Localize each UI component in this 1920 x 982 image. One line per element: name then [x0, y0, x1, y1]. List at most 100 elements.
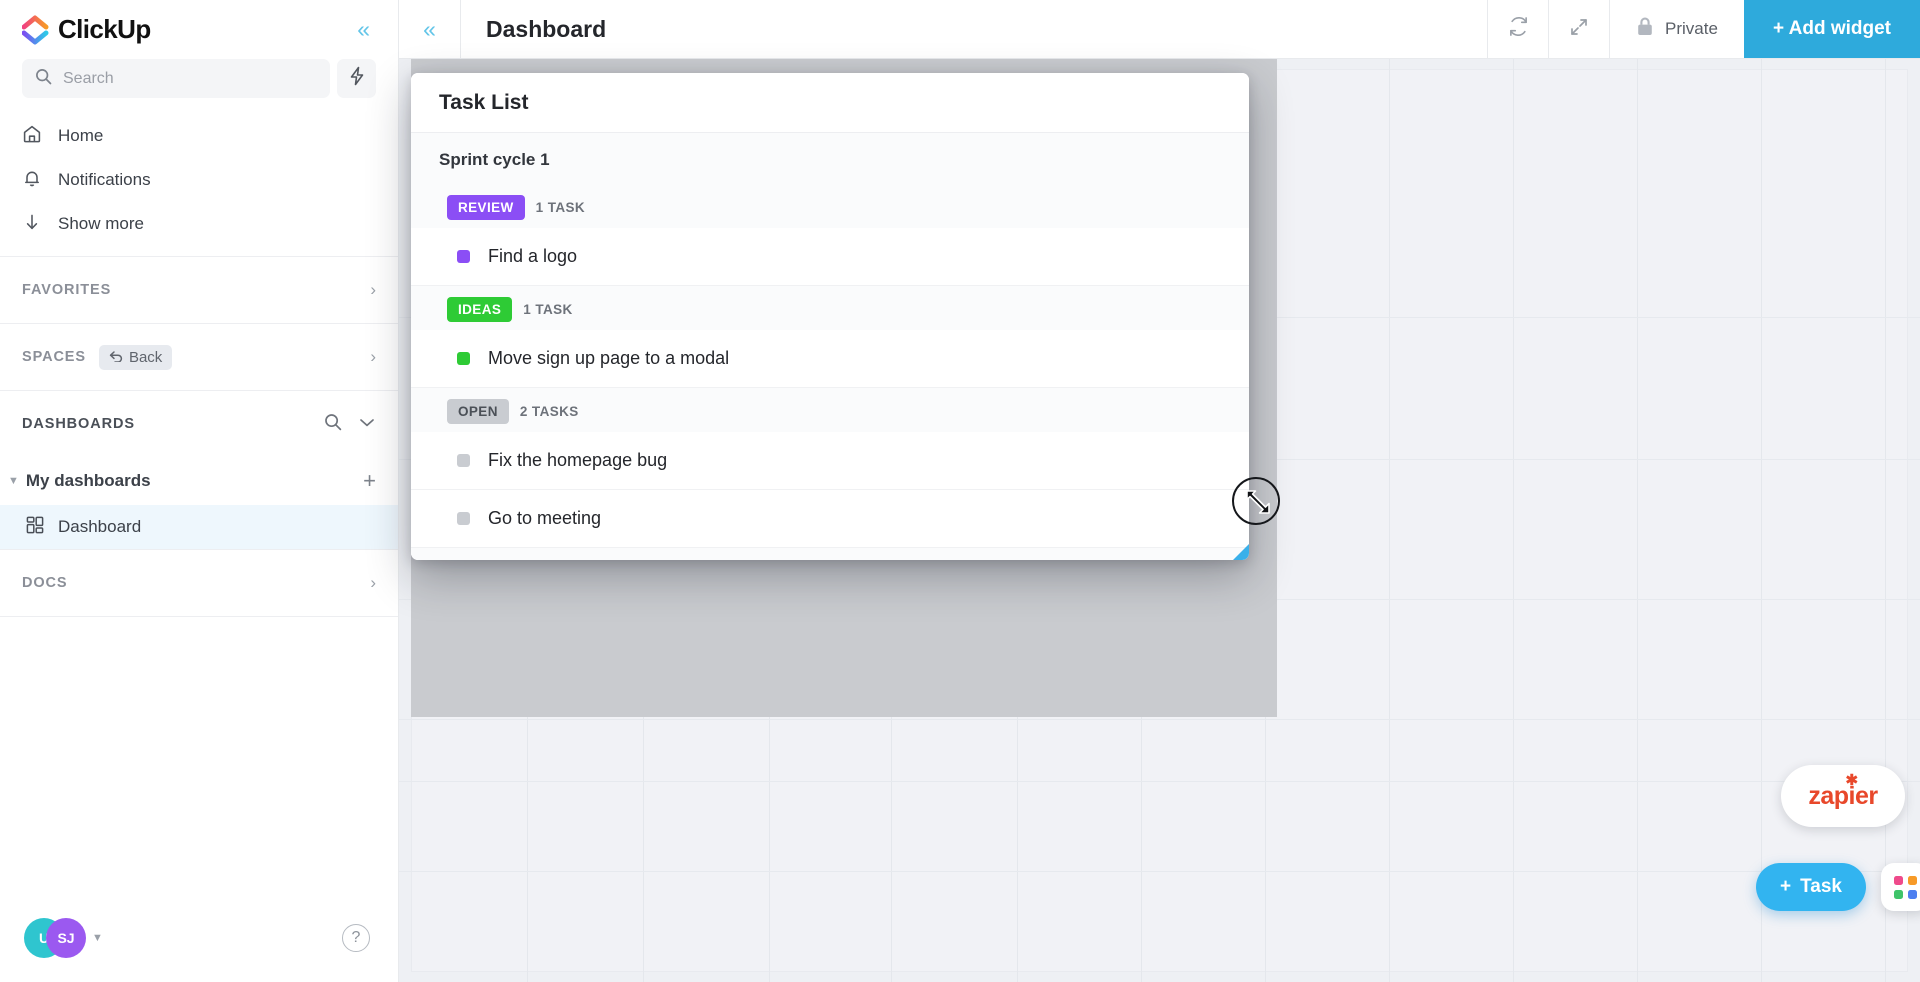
table-row[interactable]: Go to meeting + Wed	[411, 490, 1249, 548]
sidebar-section-dashboards-label: DASHBOARDS	[22, 416, 135, 432]
sidebar-header: ClickUp «	[0, 0, 398, 55]
refresh-icon	[1508, 16, 1529, 42]
apps-grid-button[interactable]	[1881, 863, 1920, 911]
sidebar-item-notifications[interactable]: Notifications	[0, 158, 398, 202]
task-list-widget-modal[interactable]: Task List Sprint cycle 1 REVIEW 1 TASK A…	[411, 73, 1249, 560]
sidebar-item-show-more[interactable]: Show more	[0, 202, 398, 246]
apps-grid-icon	[1893, 875, 1917, 899]
status-group-count: 2 TASKS	[519, 403, 579, 419]
zapier-badge[interactable]: zapier ✱	[1781, 765, 1905, 827]
sidebar-section-dashboards[interactable]: DASHBOARDS	[0, 391, 398, 457]
sidebar-item-show-more-label: Show more	[58, 214, 144, 233]
dashboards-chevron-down-icon[interactable]	[358, 415, 376, 433]
modal-body: Sprint cycle 1 REVIEW 1 TASK ASSIGNEE DU…	[411, 133, 1249, 560]
clickup-logo-icon	[21, 15, 49, 45]
add-dashboard-button[interactable]: +	[363, 470, 376, 492]
sidebar-item-dashboard-label: Dashboard	[58, 517, 142, 536]
status-badge[interactable]: IDEAS	[447, 296, 513, 322]
privacy-label: Private	[1665, 19, 1718, 38]
table-row[interactable]: Fix the homepage bug JJ Thu	[411, 432, 1249, 490]
page-title: Dashboard	[486, 15, 607, 42]
table-row[interactable]: Find a logo +	[411, 228, 1249, 286]
status-group-open: OPEN 2 TASKS Fix the homepage bug JJ Thu	[411, 390, 1249, 548]
avatar[interactable]: SJ	[46, 918, 86, 958]
sidebar-section-docs[interactable]: DOCS ›	[0, 550, 398, 616]
zapier-label: zapier ✱	[1808, 771, 1878, 810]
lock-icon	[1636, 16, 1654, 42]
clickup-app: ClickUp « Search Home Notifications Show…	[0, 0, 1920, 982]
bell-icon	[22, 168, 42, 193]
status-group-header[interactable]: REVIEW 1 TASK ASSIGNEE DUE DATE PR	[411, 186, 1249, 228]
add-task-label: Task	[1800, 876, 1842, 897]
dashboard-grid-icon	[26, 516, 44, 539]
topbar-collapse-icon[interactable]: «	[399, 0, 461, 58]
privacy-button[interactable]: Private	[1609, 0, 1744, 58]
add-task-fab[interactable]: + Task	[1756, 863, 1866, 911]
top-bar: « Dashboard Private + Add widget	[399, 0, 1920, 59]
status-badge[interactable]: REVIEW	[447, 194, 525, 220]
modal-header: Task List	[411, 73, 1249, 133]
search-input[interactable]: Search	[22, 59, 330, 98]
sidebar-section-spaces[interactable]: SPACES Back ›	[0, 324, 398, 390]
sidebar-collapse-icon[interactable]: «	[351, 16, 376, 43]
my-dashboards-row[interactable]: ▼ My dashboards +	[0, 457, 398, 505]
status-badge[interactable]: OPEN	[447, 398, 509, 424]
clickup-wordmark: ClickUp	[58, 14, 151, 44]
task-name: Move sign up page to a modal	[488, 348, 730, 368]
expand-button[interactable]	[1548, 0, 1609, 58]
status-group-header[interactable]: IDEAS 1 TASK	[411, 288, 1249, 330]
sidebar-section-spaces-label: SPACES	[22, 349, 86, 365]
task-name: Find a logo	[488, 246, 578, 266]
resize-grip-icon[interactable]	[1233, 544, 1249, 560]
my-dashboards-label: My dashboards	[25, 471, 151, 490]
table-row[interactable]: Move sign up page to a modal +	[411, 330, 1249, 388]
task-group-title: Sprint cycle 1	[439, 150, 550, 169]
search-placeholder: Search	[63, 69, 114, 87]
sidebar-item-dashboard[interactable]: Dashboard	[0, 505, 398, 549]
sidebar-section-favorites[interactable]: FAVORITES ›	[0, 257, 398, 323]
expand-icon	[1569, 17, 1589, 42]
task-status-dot[interactable]	[457, 512, 470, 525]
home-icon	[22, 124, 42, 149]
sidebar-item-notifications-label: Notifications	[58, 170, 151, 189]
status-group-count: 1 TASK	[535, 199, 586, 215]
user-avatars[interactable]: U SJ ▼	[24, 918, 103, 958]
status-group-count: 1 TASK	[523, 301, 573, 317]
chevron-down-icon[interactable]: ▼	[8, 475, 19, 487]
sidebar-nav: Home Notifications Show more	[0, 108, 398, 256]
task-name: Go to meeting	[488, 508, 602, 528]
status-group-review: REVIEW 1 TASK ASSIGNEE DUE DATE PR Find …	[411, 186, 1249, 286]
task-name: Fix the homepage bug	[488, 450, 668, 470]
main-area: « Dashboard Private + Add widget Task Li…	[399, 0, 1920, 982]
refresh-button[interactable]	[1487, 0, 1548, 58]
spaces-back-label: Back	[128, 348, 163, 366]
sidebar-search-row: Search	[0, 55, 398, 108]
status-group-header[interactable]: OPEN 2 TASKS	[411, 390, 1249, 432]
clickup-logo[interactable]: ClickUp	[21, 14, 151, 45]
add-widget-button[interactable]: + Add widget	[1743, 0, 1920, 58]
sidebar-item-home-label: Home	[58, 126, 104, 145]
status-group-ideas: IDEAS 1 TASK Move sign up page to a moda…	[411, 288, 1249, 388]
sidebar-section-favorites-label: FAVORITES	[22, 282, 112, 298]
task-status-dot[interactable]	[457, 352, 470, 365]
help-icon[interactable]: ?	[342, 924, 370, 952]
sidebar-section-docs-label: DOCS	[22, 575, 68, 591]
dashboards-search-icon[interactable]	[324, 413, 342, 436]
zapier-star-icon: ✱	[1845, 771, 1859, 789]
task-status-dot[interactable]	[457, 250, 470, 263]
arrow-down-icon	[22, 212, 42, 237]
spaces-back-button[interactable]: Back	[98, 344, 173, 370]
quick-action-bolt-button[interactable]	[337, 59, 376, 98]
sidebar: ClickUp « Search Home Notifications Show…	[0, 0, 399, 982]
chevron-right-icon[interactable]: ›	[370, 347, 376, 367]
chevron-right-icon[interactable]: ›	[370, 280, 376, 300]
user-menu-chevron-down-icon[interactable]: ▼	[92, 932, 103, 944]
avatar-stack[interactable]: U SJ	[24, 918, 86, 958]
sidebar-item-home[interactable]: Home	[0, 114, 398, 158]
chevron-right-icon[interactable]: ›	[370, 573, 376, 593]
task-status-dot[interactable]	[457, 454, 470, 467]
plus-icon: +	[1779, 876, 1792, 897]
back-arrow-icon	[109, 349, 123, 366]
lightning-bolt-icon	[348, 66, 366, 91]
